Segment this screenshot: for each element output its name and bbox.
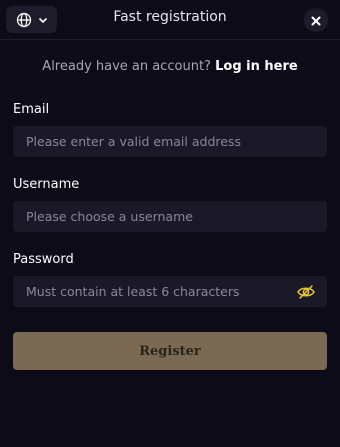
username-label: Username xyxy=(13,177,80,192)
password-label: Password xyxy=(13,252,74,267)
close-icon xyxy=(311,11,321,30)
login-prompt-text: Already have an account? xyxy=(42,59,211,74)
close-button[interactable] xyxy=(304,8,328,32)
modal-header: Fast registration xyxy=(0,0,340,40)
email-label: Email xyxy=(13,102,50,117)
eye-slash-icon[interactable] xyxy=(296,282,316,302)
email-field[interactable] xyxy=(13,126,327,157)
login-link[interactable]: Log in here xyxy=(215,59,298,74)
login-prompt: Already have an account? Log in here xyxy=(0,59,340,74)
username-field[interactable] xyxy=(13,201,327,232)
register-button[interactable]: Register xyxy=(13,332,327,370)
password-field[interactable] xyxy=(13,276,327,307)
modal-title: Fast registration xyxy=(113,9,227,25)
